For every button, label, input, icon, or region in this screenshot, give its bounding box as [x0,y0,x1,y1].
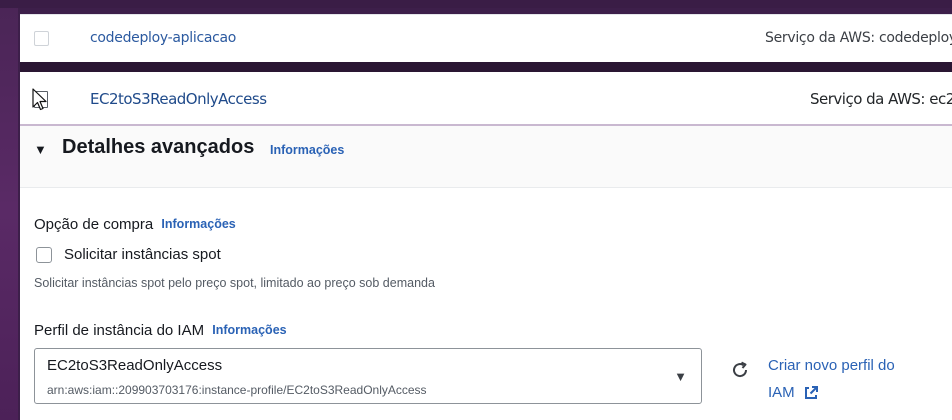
spot-instances-description: Solicitar instâncias spot pelo preço spo… [34,276,435,290]
iam-profile-text: Perfil de instância do IAM [34,322,205,339]
role-name-link[interactable]: EC2toS3ReadOnlyAccess [90,90,267,108]
purchase-option-text: Opção de compra [34,216,154,233]
desktop-background-top [0,0,952,8]
selected-profile-name: EC2toS3ReadOnlyAccess [47,357,223,374]
caret-down-icon[interactable]: ▼ [34,142,47,157]
selected-profile-arn: arn:aws:iam::209903703176:instance-profi… [47,383,427,397]
desktop-background-left [0,0,18,420]
iam-profile-label: Perfil de instância do IAM Informações [34,322,287,339]
advanced-details-header[interactable]: ▼ Detalhes avançados Informações [20,126,952,188]
info-link[interactable]: Informações [161,217,235,231]
row-checkbox[interactable] [34,31,49,46]
purchase-option-label: Opção de compra Informações [34,216,236,233]
external-link-icon[interactable] [803,385,819,401]
caret-down-icon[interactable]: ▼ [674,369,687,384]
table-row[interactable]: EC2toS3ReadOnlyAccess Serviço da AWS: ec… [20,72,952,126]
role-name-link[interactable]: codedeploy-aplicacao [90,30,236,46]
create-link-line2[interactable]: IAM [768,384,795,401]
table-row[interactable]: codedeploy-aplicacao Serviço da AWS: cod… [20,14,952,62]
trusted-entity: Serviço da AWS: codedeploy [765,30,952,46]
section-title: Detalhes avançados [62,136,255,158]
trusted-entity: Serviço da AWS: ec2 [810,90,952,108]
spot-instances-label[interactable]: Solicitar instâncias spot [64,246,221,263]
advanced-details-panel: ▼ Detalhes avançados Informações Opção d… [20,126,952,420]
create-link-line1[interactable]: Criar novo perfil do [768,352,895,379]
spot-instances-option[interactable]: Solicitar instâncias spot [36,246,221,263]
create-iam-profile-link[interactable]: Criar novo perfil do IAM [768,352,895,406]
spot-instances-checkbox[interactable] [36,246,52,263]
info-link[interactable]: Informações [270,143,344,157]
pointer-cursor-icon [32,88,47,111]
iam-profile-select[interactable]: EC2toS3ReadOnlyAccess arn:aws:iam::20990… [34,348,702,404]
screen-divider [20,62,952,72]
info-link[interactable]: Informações [212,323,286,337]
refresh-icon[interactable] [730,360,750,380]
